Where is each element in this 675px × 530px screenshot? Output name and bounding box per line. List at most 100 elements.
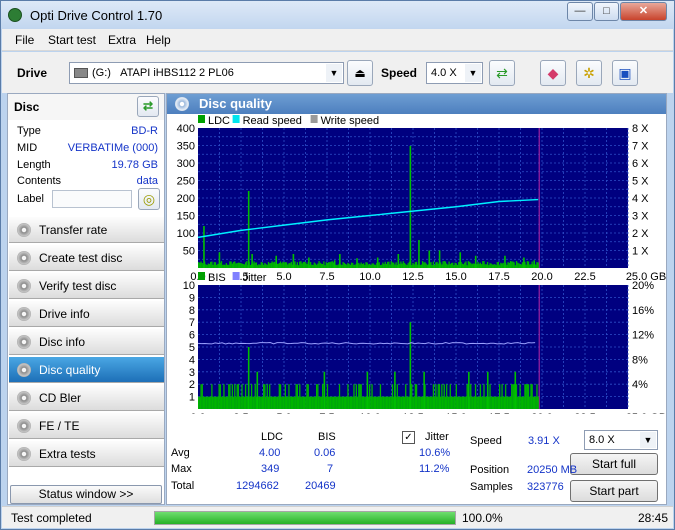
y-tick-label: 2 [189,379,195,391]
data-bar [450,396,453,409]
data-bar [489,263,491,268]
nav-item-disc-info[interactable]: Disc info [9,328,164,355]
data-bar [406,396,408,409]
data-bar [518,263,520,268]
disc-refresh-button[interactable]: ⇄ [137,96,159,117]
total-bis: 20469 [305,480,336,492]
eject-button[interactable]: ⏏ [347,60,373,86]
nav-item-transfer-rate[interactable]: Transfer rate [9,216,164,243]
data-bar [429,396,431,409]
nav-item-drive-info[interactable]: Drive info [9,300,164,327]
menu-help[interactable]: Help [146,33,171,47]
y2-tick-label: 4 X [632,193,649,205]
status-window-button[interactable]: Status window >> [10,485,162,504]
data-bar [242,396,244,409]
data-bar [347,384,349,409]
eraser-icon: ◆ [547,65,559,81]
data-bar [387,261,389,268]
test-speed-select[interactable]: 8.0 X ▼ [584,430,658,450]
disc-label-field[interactable] [52,190,132,208]
avg-jitter: 10.6% [419,447,451,459]
data-bar [234,384,236,409]
data-bar [377,396,379,409]
status-text: Test completed [11,511,92,525]
col-ldc-header: LDC [261,431,284,443]
disc-label-button[interactable]: ◎ [138,188,160,210]
nav-item-create-test-disc[interactable]: Create test disc [9,244,164,271]
data-bar [230,396,232,409]
data-bar [287,264,289,268]
data-bar [230,261,232,268]
data-bar [361,396,364,409]
disc-icon [17,335,31,349]
floppy-icon: ▣ [618,65,632,81]
data-bar [336,265,338,268]
disc-header: Disc ⇄ [8,94,164,120]
erase-button[interactable]: ◆ [540,60,566,86]
start-full-button[interactable]: Start full [570,453,658,475]
data-bar [306,384,308,409]
drive-select[interactable]: (G:) ATAPI iHBS112 2 PL06 ▼ [69,62,344,84]
speed-select[interactable]: 4.0 X ▼ [426,62,483,84]
data-bar [370,265,372,268]
data-bar [231,384,234,409]
max-ldc: 349 [261,463,280,475]
close-button[interactable]: ✕ [620,2,667,21]
data-bar [255,262,258,268]
data-bar [366,262,368,268]
nav-item-fe-te[interactable]: FE / TE [9,412,164,439]
data-bar-spike [438,250,441,268]
data-bar [403,262,406,268]
start-part-button[interactable]: Start part [570,480,658,502]
maximize-button[interactable]: □ [594,2,619,21]
x-tick-label: 5.0 [276,271,291,283]
nav-item-extra-tests[interactable]: Extra tests [9,440,164,467]
nav-item-verify-test-disc[interactable]: Verify test disc [9,272,164,299]
panel-title: Disc quality [199,96,272,111]
data-bar [329,396,331,409]
data-bar [295,264,297,268]
data-bar [241,263,243,268]
data-bar [309,262,312,268]
data-bar [471,396,473,409]
data-bar [260,396,262,409]
refresh-icon: ⇄ [496,65,508,81]
data-bar [519,384,521,409]
data-bar [472,396,474,409]
data-bar [283,262,285,268]
data-bar [500,262,502,268]
data-bar [217,263,219,268]
data-bar [502,396,504,409]
legend-swatch [198,115,205,123]
disc-contents-label: Contents [17,175,62,187]
data-bar [390,261,392,268]
test-speed-value: 8.0 X [589,434,615,446]
data-bar [491,396,494,409]
data-bar [300,396,302,409]
drive-letter: (G:) [92,67,111,79]
data-bar [231,263,234,268]
data-bar [448,261,450,268]
jitter-label: Jitter [425,431,449,443]
nav-item-disc-quality[interactable]: Disc quality [9,356,164,383]
drive-icon [74,68,88,79]
data-bar-spike [366,371,369,409]
menu-extra[interactable]: Extra [108,33,136,47]
refresh-button[interactable]: ⇄ [489,60,515,86]
x-tick-label: 12.5 [402,412,423,414]
data-bar [314,263,317,268]
data-bar [421,261,424,268]
data-bar [485,264,488,268]
settings-button[interactable]: ✲ [576,60,602,86]
nav-item-cd-bler[interactable]: CD Bler [9,384,164,411]
disc-length-label: Length [17,159,51,171]
menu-start-test[interactable]: Start test [48,33,96,47]
data-bar [462,264,465,268]
menu-file[interactable]: File [15,33,34,47]
data-bar [527,384,530,409]
minimize-button[interactable]: — [567,2,593,21]
avg-ldc: 4.00 [259,447,281,459]
data-bar [433,265,436,268]
jitter-checkbox[interactable]: ✓ [402,431,415,444]
save-button[interactable]: ▣ [612,60,638,86]
